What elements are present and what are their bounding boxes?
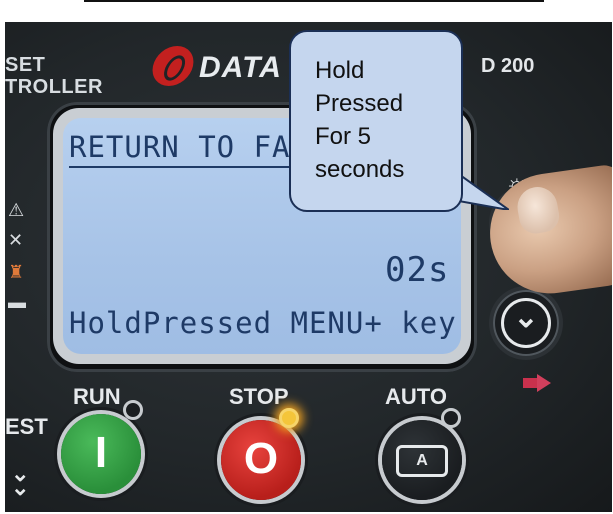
top-rule (84, 0, 544, 2)
battery-icon: ▬ (8, 292, 26, 312)
auto-label: AUTO (385, 384, 447, 409)
model-label: D 200 (481, 55, 535, 77)
run-button[interactable]: I (61, 414, 141, 494)
stop-label: STOP (229, 384, 289, 409)
auto-glyph: A (396, 445, 448, 477)
lcd-countdown: 02s (385, 250, 450, 290)
warning-icon: ⚠ (8, 200, 25, 220)
panel-legend-line2: TROLLER (5, 76, 103, 98)
stop-button[interactable]: O (221, 420, 301, 500)
callout-line: For 5 (315, 123, 372, 150)
callout-text: Hold Pressed For 5 seconds (315, 54, 404, 186)
test-chevron-icon: ⌄ ⌄ (11, 461, 30, 500)
callout: Hold Pressed For 5 seconds (289, 30, 509, 212)
brand-name: DATA (199, 51, 282, 84)
down-button[interactable]: ⌄ (493, 290, 559, 356)
callout-line: Hold (315, 57, 365, 84)
run-label: RUN (73, 384, 121, 409)
lcd-instruction: HoldPressed MENU+ key (69, 306, 457, 340)
panel-legend-line1: SET (5, 54, 46, 76)
run-led (123, 400, 143, 420)
wrench-icon: ✕ (8, 230, 24, 250)
auto-led (441, 408, 461, 428)
chevron-down-icon: ⌄ (513, 301, 539, 334)
stop-glyph: O (243, 434, 279, 483)
callout-line: Pressed (315, 90, 404, 117)
callout-line: seconds (315, 156, 405, 183)
lcd-title: RETURN TO FA (69, 130, 291, 168)
tower-icon: ♜ (8, 262, 25, 282)
run-glyph: I (94, 428, 108, 477)
controller-photo: SET TROLLER DATA D 200 RETURN TO FA 02s … (5, 22, 612, 512)
auto-button[interactable]: A (382, 420, 462, 500)
test-label: EST (5, 414, 48, 439)
mute-horn (537, 374, 551, 392)
stop-led (279, 408, 299, 428)
mute-horn-icon (523, 374, 553, 392)
